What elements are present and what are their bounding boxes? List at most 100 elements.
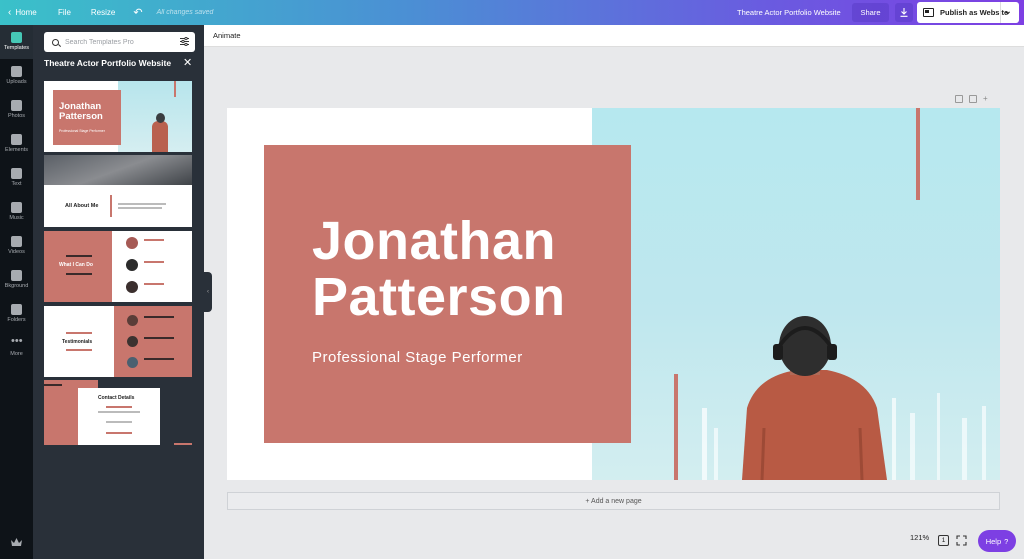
filter-icon[interactable]: [180, 37, 189, 46]
rail-item-more[interactable]: ••• More: [0, 331, 33, 365]
thumb-subtitle: Professional Stage Performer: [59, 129, 105, 133]
top-toolbar: ‹ Home File Resize ↶ All changes saved T…: [0, 0, 1024, 25]
hero-name[interactable]: Jonathan Patterson: [312, 213, 632, 325]
music-icon: [11, 202, 22, 213]
rail-item-videos[interactable]: Videos: [0, 229, 33, 263]
rail-item-uploads[interactable]: Uploads: [0, 59, 33, 93]
thumb-text-line: [106, 406, 132, 408]
rail-item-music[interactable]: Music: [0, 195, 33, 229]
add-page-button[interactable]: + Add a new page: [227, 492, 1000, 510]
thumb-avatar: [126, 281, 138, 293]
design-title[interactable]: Theatre Actor Portfolio Website: [737, 0, 841, 25]
close-icon[interactable]: ✕: [183, 56, 192, 69]
panel-title: Theatre Actor Portfolio Website: [44, 58, 172, 68]
rail-item-text[interactable]: Text: [0, 161, 33, 195]
thumb-person-head: [156, 113, 165, 123]
thumb-avatar: [127, 336, 138, 347]
divider: [66, 273, 92, 275]
website-icon: [923, 8, 934, 17]
elements-icon: [11, 134, 22, 145]
thumb-photo: [44, 155, 192, 185]
download-button[interactable]: [895, 3, 913, 22]
note-icon[interactable]: [955, 95, 963, 103]
thumb-text-line: [144, 283, 164, 285]
animate-button[interactable]: Animate: [213, 31, 241, 40]
thumb-text-line: [144, 239, 164, 241]
design-canvas[interactable]: Jonathan Patterson Professional Stage Pe…: [227, 108, 1000, 480]
rail-label: Folders: [7, 317, 26, 323]
chevron-left-icon: ‹: [207, 289, 209, 295]
download-icon: [900, 8, 908, 17]
videos-icon: [11, 236, 22, 247]
help-button[interactable]: Help ?: [978, 530, 1016, 552]
zoom-level[interactable]: 121%: [910, 533, 929, 542]
hero-subtitle[interactable]: Professional Stage Performer: [312, 349, 523, 366]
page-count[interactable]: 1: [938, 535, 949, 546]
template-page-3[interactable]: What I Can Do: [44, 231, 192, 302]
home-label: Home: [15, 8, 37, 17]
template-page-2[interactable]: All About Me: [44, 155, 192, 227]
home-button[interactable]: ‹ Home: [0, 0, 48, 25]
thumb-text-line: [118, 203, 166, 205]
thumb-text-line: [118, 207, 162, 209]
thumb-name: Jonathan Patterson: [59, 101, 103, 122]
share-button[interactable]: Share: [852, 3, 889, 22]
rail-item-elements[interactable]: Elements: [0, 127, 33, 161]
thumb-text-line: [144, 261, 164, 263]
thumb-accent: [174, 443, 192, 445]
thumb-accent: [44, 384, 62, 386]
thumb-card: Contact Details: [78, 388, 160, 445]
thumb-card: Jonathan Patterson Professional Stage Pe…: [53, 90, 121, 145]
rail-label: More: [10, 351, 23, 357]
more-icon: •••: [11, 335, 23, 347]
rail-item-background[interactable]: Bkground: [0, 263, 33, 297]
rail-label: Videos: [8, 249, 25, 255]
hero-text-card[interactable]: Jonathan Patterson Professional Stage Pe…: [264, 145, 631, 443]
search-icon: [52, 38, 59, 46]
search-input[interactable]: [65, 38, 175, 46]
templates-icon: [11, 32, 22, 43]
rail-item-templates[interactable]: Templates: [0, 25, 33, 59]
thumb-text-line: [144, 316, 174, 318]
divider: [1000, 2, 1001, 23]
thumb-avatar: [127, 357, 138, 368]
thumb-person: [152, 121, 168, 152]
chevron-down-icon[interactable]: ⌄: [1004, 6, 1012, 17]
rail-label: Bkground: [4, 283, 29, 289]
thumb-text-line: [144, 358, 174, 360]
rail-item-photos[interactable]: Photos: [0, 93, 33, 127]
help-label: Help: [985, 536, 1002, 546]
divider: [66, 255, 92, 257]
template-page-1[interactable]: Jonathan Patterson Professional Stage Pe…: [44, 81, 192, 152]
page-tools: +: [955, 95, 988, 103]
thumb-avatar: [127, 315, 138, 326]
text-icon: [11, 168, 22, 179]
thumb-avatar: [126, 237, 138, 249]
background-icon: [11, 270, 22, 281]
publish-website-button[interactable]: Publish as Website ⌄: [917, 2, 1019, 23]
folders-icon: [11, 304, 22, 315]
template-page-4[interactable]: Testimonials: [44, 306, 192, 377]
thumb-text-line: [144, 337, 174, 339]
uploads-icon: [11, 66, 22, 77]
rail-item-folders[interactable]: Folders: [0, 297, 33, 331]
duplicate-icon[interactable]: [969, 95, 977, 103]
photos-icon: [11, 100, 22, 111]
template-search[interactable]: [44, 32, 195, 52]
thumb-heading: Testimonials: [62, 339, 93, 345]
hero-photo[interactable]: [592, 108, 1000, 480]
crown-icon[interactable]: [11, 538, 22, 546]
resize-menu[interactable]: Resize: [91, 0, 115, 25]
thumb-heading: Contact Details: [98, 395, 135, 401]
thumb-text-line: [106, 421, 132, 423]
fullscreen-icon[interactable]: [956, 535, 967, 546]
file-menu[interactable]: File: [58, 0, 71, 25]
template-page-5[interactable]: Contact Details: [44, 380, 192, 451]
add-icon[interactable]: +: [983, 95, 988, 103]
side-rail: Templates Uploads Photos Elements Text M…: [0, 25, 33, 559]
collapse-panel-handle[interactable]: ‹: [204, 272, 212, 312]
thumb-heading: All About Me: [65, 203, 99, 209]
accent-bar-top[interactable]: [916, 108, 920, 200]
accent-bar-bottom[interactable]: [674, 374, 678, 480]
undo-icon[interactable]: ↶: [133, 0, 142, 25]
